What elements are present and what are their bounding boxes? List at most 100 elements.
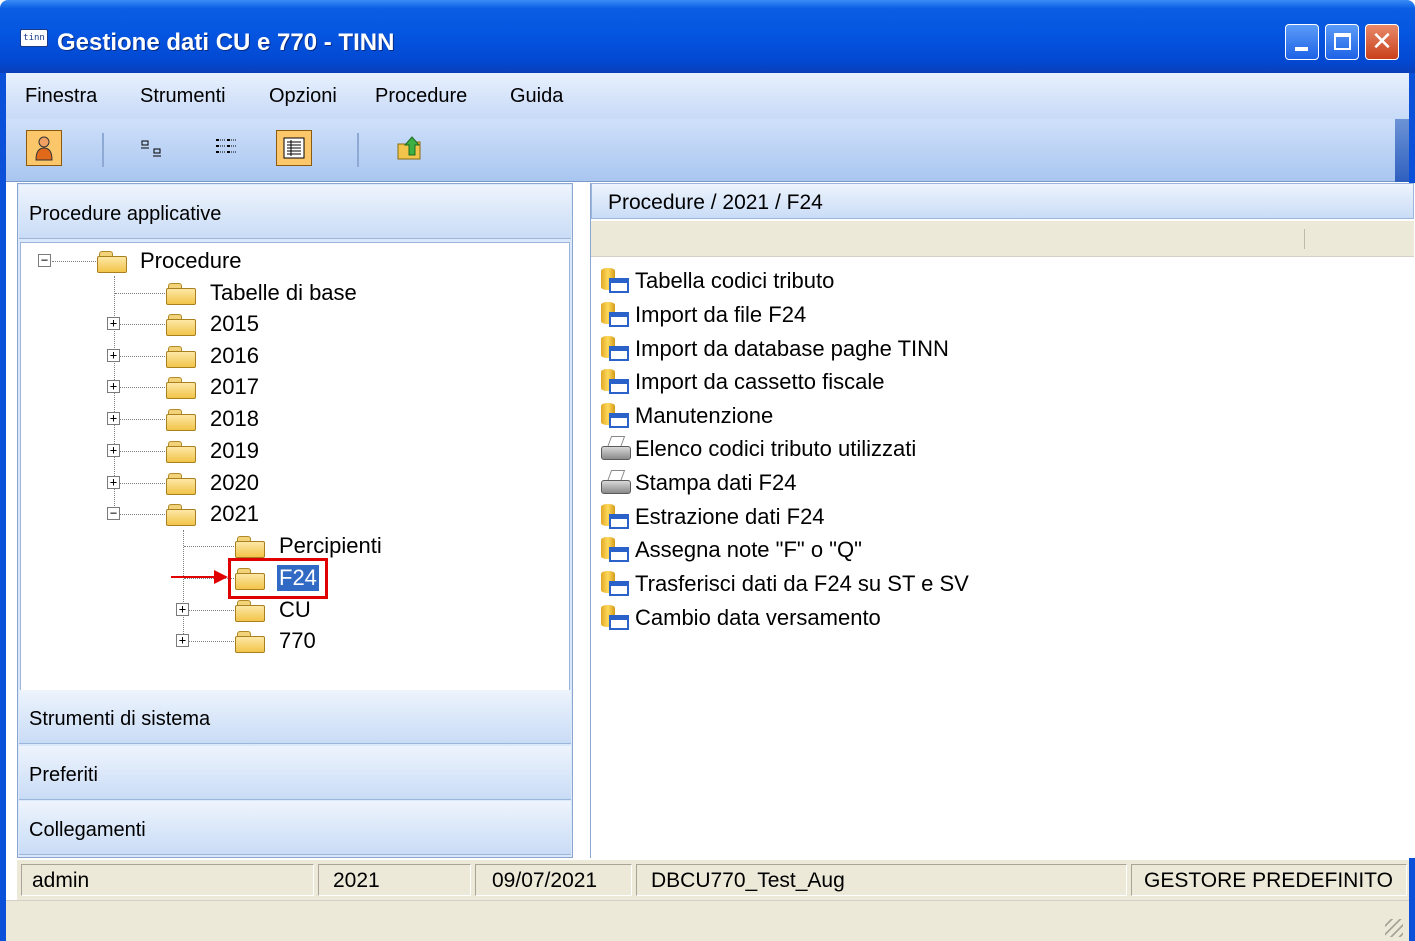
folder-icon xyxy=(166,409,198,431)
title-bar: tinn Gestione dati CU e 770 - TINN ✕ xyxy=(0,0,1415,73)
tree-node-2020[interactable]: 2020 xyxy=(210,470,259,496)
folder-up-button[interactable] xyxy=(392,130,428,166)
minimize-icon xyxy=(1295,47,1308,51)
procedure-icon xyxy=(599,502,635,532)
procedure-icon xyxy=(599,367,635,397)
menu-opzioni[interactable]: Opzioni xyxy=(269,85,337,108)
expand-cu-toggle[interactable]: + xyxy=(176,603,189,616)
minimize-button[interactable] xyxy=(1285,24,1319,60)
window-title: Gestione dati CU e 770 - TINN xyxy=(57,29,395,56)
list-item-import-da-cassetto-fiscale[interactable]: Import da cassetto fiscale xyxy=(599,367,884,397)
tree-node-2021[interactable]: 2021 xyxy=(210,501,259,527)
list-item-stampa-dati-f24[interactable]: Stampa dati F24 xyxy=(599,468,796,498)
list-item-label: Import da file F24 xyxy=(635,302,807,327)
expand-2016-toggle[interactable]: + xyxy=(107,349,120,362)
toolbar xyxy=(6,119,1409,182)
list-item-import-da-database-paghe[interactable]: Import da database paghe TINN xyxy=(599,334,949,364)
menu-procedure[interactable]: Procedure xyxy=(375,85,467,108)
folder-icon xyxy=(235,536,267,558)
list-item-label: Stampa dati F24 xyxy=(635,470,797,495)
list-item-label: Elenco codici tributo utilizzati xyxy=(635,436,917,461)
breadcrumb: Procedure / 2021 / F24 xyxy=(591,183,1414,219)
annotation-arrow xyxy=(171,576,217,578)
list-item-estrazione-dati-f24[interactable]: Estrazione dati F24 xyxy=(599,502,825,532)
expand-2017-toggle[interactable]: + xyxy=(107,380,120,393)
menu-finestra[interactable]: Finestra xyxy=(25,85,97,108)
section-preferiti[interactable]: Preferiti xyxy=(19,746,571,800)
tree-node-2017[interactable]: 2017 xyxy=(210,374,259,400)
menu-bar: Finestra Strumenti Opzioni Procedure Gui… xyxy=(6,73,1409,119)
procedure-icon xyxy=(599,401,635,431)
close-button[interactable]: ✕ xyxy=(1365,24,1399,60)
section-procedure-applicative[interactable]: Procedure applicative xyxy=(19,185,571,239)
details-view-icon xyxy=(283,137,305,159)
maximize-button[interactable] xyxy=(1325,24,1359,60)
list-item-label: Import da database paghe TINN xyxy=(635,336,949,361)
collapse-2021-toggle[interactable]: − xyxy=(107,507,120,520)
list-item-import-da-file-f24[interactable]: Import da file F24 xyxy=(599,300,806,330)
procedure-icon xyxy=(599,603,635,633)
annotation-highlight-box xyxy=(228,558,328,599)
list-item-manutenzione[interactable]: Manutenzione xyxy=(599,401,773,431)
folder-icon xyxy=(166,377,198,399)
list-view-icon xyxy=(216,139,236,153)
section-collegamenti[interactable]: Collegamenti xyxy=(19,801,571,855)
menu-guida[interactable]: Guida xyxy=(510,85,563,108)
status-user: admin xyxy=(21,864,314,896)
list-item-label: Tabella codici tributo xyxy=(635,268,835,293)
user-button[interactable] xyxy=(26,130,62,166)
expand-2018-toggle[interactable]: + xyxy=(107,412,120,425)
folder-open-icon xyxy=(97,251,129,273)
list-item-cambio-data-versamento[interactable]: Cambio data versamento xyxy=(599,603,881,633)
procedure-tree xyxy=(20,242,570,692)
expand-2019-toggle[interactable]: + xyxy=(107,444,120,457)
list-item-label: Trasferisci dati da F24 su ST e SV xyxy=(635,571,969,596)
list-view-button[interactable] xyxy=(208,130,244,166)
folder-icon xyxy=(235,600,267,622)
toolbar-overflow-button[interactable] xyxy=(1395,119,1409,182)
folder-up-icon xyxy=(397,136,421,160)
list-item-label: Manutenzione xyxy=(635,403,774,428)
list-item-assegna-note[interactable]: Assegna note "F" o "Q" xyxy=(599,535,862,565)
expand-2015-toggle[interactable]: + xyxy=(107,317,120,330)
tree-node-2018[interactable]: 2018 xyxy=(210,406,259,432)
folder-icon xyxy=(235,631,267,653)
tree-node-cu[interactable]: CU xyxy=(279,597,311,623)
tree-node-770[interactable]: 770 xyxy=(279,628,316,654)
tree-node-tabelle-di-base[interactable]: Tabelle di base xyxy=(210,280,357,306)
list-item-label: Cambio data versamento xyxy=(635,605,881,630)
collapse-procedure-toggle[interactable]: − xyxy=(38,254,51,267)
expand-2020-toggle[interactable]: + xyxy=(107,476,120,489)
details-view-button[interactable] xyxy=(276,130,312,166)
toolbar-separator xyxy=(357,133,359,167)
app-logo-icon: tinn xyxy=(20,29,48,47)
list-item-tabella-codici-tributo[interactable]: Tabella codici tributo xyxy=(599,266,834,296)
menu-strumenti[interactable]: Strumenti xyxy=(140,85,226,108)
small-icons-view-button[interactable] xyxy=(134,130,170,166)
list-item-label: Estrazione dati F24 xyxy=(635,504,825,529)
expand-770-toggle[interactable]: + xyxy=(176,634,189,647)
list-item-label: Assegna note "F" o "Q" xyxy=(635,537,862,562)
resize-grip-icon[interactable] xyxy=(1385,919,1403,937)
tree-node-procedure[interactable]: Procedure xyxy=(140,248,242,274)
list-item-trasferisci-dati[interactable]: Trasferisci dati da F24 su ST e SV xyxy=(599,569,969,599)
procedure-icon xyxy=(599,334,635,364)
tree-node-percipienti[interactable]: Percipienti xyxy=(279,533,382,559)
section-strumenti-di-sistema[interactable]: Strumenti di sistema xyxy=(19,690,571,744)
small-icons-view-icon xyxy=(141,140,161,157)
tree-node-2019[interactable]: 2019 xyxy=(210,438,259,464)
column-separator[interactable] xyxy=(1304,229,1305,249)
tree-node-2015[interactable]: 2015 xyxy=(210,311,259,337)
status-database: DBCU770_Test_Aug xyxy=(636,864,1127,896)
bottom-bar xyxy=(6,900,1409,941)
folder-icon xyxy=(166,473,198,495)
list-item-elenco-codici-tributo[interactable]: Elenco codici tributo utilizzati xyxy=(599,434,916,464)
folder-icon xyxy=(166,441,198,463)
annotation-arrow-head-icon xyxy=(214,570,228,584)
printer-icon xyxy=(599,468,635,498)
window-frame-left xyxy=(0,73,6,941)
procedure-icon xyxy=(599,569,635,599)
user-icon xyxy=(35,136,53,161)
tree-node-2016[interactable]: 2016 xyxy=(210,343,259,369)
procedure-icon xyxy=(599,266,635,296)
